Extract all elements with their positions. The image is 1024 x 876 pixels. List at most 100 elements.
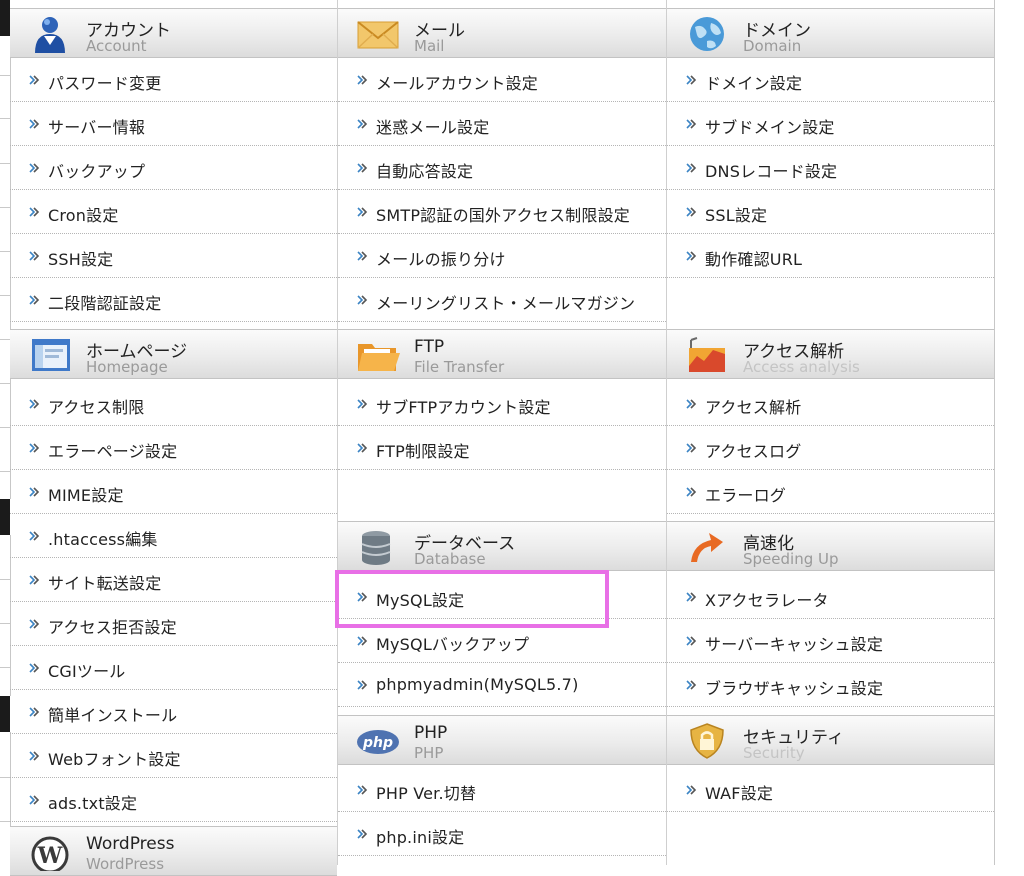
menu-item-access-restriction[interactable]: アクセス制限 xyxy=(10,382,337,426)
section-subtitle: Security xyxy=(743,744,805,762)
section-subtitle: Access analysis xyxy=(743,358,860,376)
section-header-wordpress: W WordPress WordPress xyxy=(10,826,337,876)
menu-item-mailing-list[interactable]: メーリングリスト・メールマガジン xyxy=(338,278,666,322)
arrow-icon xyxy=(28,617,42,631)
menu-item-web-font[interactable]: Webフォント設定 xyxy=(10,734,337,778)
menu-item-error-log[interactable]: エラーログ xyxy=(667,470,994,514)
arrow-icon xyxy=(28,73,42,87)
arrow-icon xyxy=(356,293,370,307)
left-edge-dark-strip xyxy=(0,696,10,732)
menu-item-waf[interactable]: WAF設定 xyxy=(667,768,994,812)
arrow-icon xyxy=(28,485,42,499)
svg-text:php: php xyxy=(362,735,393,751)
menu-item-site-redirect[interactable]: サイト転送設定 xyxy=(10,558,337,602)
section-header-access-analysis: アクセス解析 Access analysis xyxy=(667,329,994,379)
menu-item-test-url[interactable]: 動作確認URL xyxy=(667,234,994,278)
section-subtitle: PHP xyxy=(414,744,444,762)
menu-item-auto-reply[interactable]: 自動応答設定 xyxy=(338,146,666,190)
section-header-homepage: ホームページ Homepage xyxy=(10,329,337,379)
arrow-icon xyxy=(356,827,370,841)
menu-item-password-change[interactable]: パスワード変更 xyxy=(10,58,337,102)
menu-item-access-deny[interactable]: アクセス拒否設定 xyxy=(10,602,337,646)
menu-item-cgi-tool[interactable]: CGIツール xyxy=(10,646,337,690)
arrow-icon xyxy=(356,441,370,455)
menu-item-mail-account[interactable]: メールアカウント設定 xyxy=(338,58,666,102)
menu-item-backup[interactable]: バックアップ xyxy=(10,146,337,190)
menu-item-htaccess[interactable]: .htaccess編集 xyxy=(10,514,337,558)
menu-item-error-page[interactable]: エラーページ設定 xyxy=(10,426,337,470)
shield-lock-icon xyxy=(685,722,729,760)
menu-item-mysql-backup[interactable]: MySQLバックアップ xyxy=(338,619,666,663)
menu-item-php-ini[interactable]: php.ini設定 xyxy=(338,812,666,856)
arrow-icon xyxy=(356,783,370,797)
section-subtitle: Database xyxy=(414,550,486,568)
arrow-icon xyxy=(356,678,370,692)
section-title: WordPress xyxy=(86,834,175,854)
arrow-icon xyxy=(685,634,699,648)
section-subtitle: Domain xyxy=(743,37,802,55)
chart-icon xyxy=(685,336,729,374)
menu-item-server-cache[interactable]: サーバーキャッシュ設定 xyxy=(667,619,994,663)
menu-item-ssl[interactable]: SSL設定 xyxy=(667,190,994,234)
menu-item-x-accelerator[interactable]: Xアクセラレータ xyxy=(667,575,994,619)
arrow-icon xyxy=(28,249,42,263)
arrow-icon xyxy=(28,749,42,763)
menu-item-ads-txt[interactable]: ads.txt設定 xyxy=(10,778,337,822)
section-header-account: アカウント Account xyxy=(10,8,337,58)
menu-item-phpmyadmin[interactable]: phpmyadmin(MySQL5.7) xyxy=(338,663,666,707)
left-edge-dark-strip xyxy=(0,0,10,36)
section-header-php: php PHP PHP xyxy=(338,715,666,765)
section-title: PHP xyxy=(414,723,448,743)
arrow-icon xyxy=(28,661,42,675)
arrow-icon xyxy=(28,397,42,411)
arrow-icon xyxy=(356,205,370,219)
menu-item-spam[interactable]: 迷惑メール設定 xyxy=(338,102,666,146)
arrow-icon xyxy=(356,590,370,604)
arrow-icon xyxy=(685,397,699,411)
menu-item-php-version[interactable]: PHP Ver.切替 xyxy=(338,768,666,812)
php-icon: php xyxy=(356,722,400,760)
arrow-icon xyxy=(685,205,699,219)
menu-item-dns-record[interactable]: DNSレコード設定 xyxy=(667,146,994,190)
section-subtitle: File Transfer xyxy=(414,358,505,376)
menu-item-sub-ftp-account[interactable]: サブFTPアカウント設定 xyxy=(338,382,666,426)
menu-item-server-info[interactable]: サーバー情報 xyxy=(10,102,337,146)
globe-icon xyxy=(685,15,729,53)
section-subtitle: WordPress xyxy=(86,855,165,873)
menu-item-ssh[interactable]: SSH設定 xyxy=(10,234,337,278)
menu-item-two-factor[interactable]: 二段階認証設定 xyxy=(10,278,337,322)
menu-item-mysql-settings[interactable]: MySQL設定 xyxy=(338,575,666,619)
arrow-icon xyxy=(685,678,699,692)
arrow-icon xyxy=(356,73,370,87)
menu-item-easy-install[interactable]: 簡単インストール xyxy=(10,690,337,734)
menu-item-mime[interactable]: MIME設定 xyxy=(10,470,337,514)
menu-item-access-log[interactable]: アクセスログ xyxy=(667,426,994,470)
svg-text:W: W xyxy=(37,843,63,869)
arrow-icon xyxy=(685,161,699,175)
section-header-mail: メール Mail xyxy=(338,8,666,58)
arrow-icon xyxy=(28,793,42,807)
menu-item-browser-cache[interactable]: ブラウザキャッシュ設定 xyxy=(667,663,994,707)
account-icon xyxy=(28,15,72,53)
browser-window-icon xyxy=(28,336,72,374)
arrow-icon xyxy=(28,293,42,307)
menu-item-domain-settings[interactable]: ドメイン設定 xyxy=(667,58,994,102)
section-subtitle: Speeding Up xyxy=(743,550,839,568)
section-subtitle: Mail xyxy=(414,37,445,55)
section-header-ftp: FTP File Transfer xyxy=(338,329,666,379)
arrow-icon xyxy=(28,441,42,455)
menu-item-ftp-restriction[interactable]: FTP制限設定 xyxy=(338,426,666,470)
arrow-icon xyxy=(28,161,42,175)
arrow-icon xyxy=(356,397,370,411)
menu-item-access-analysis[interactable]: アクセス解析 xyxy=(667,382,994,426)
menu-item-smtp-restriction[interactable]: SMTP認証の国外アクセス制限設定 xyxy=(338,190,666,234)
menu-item-mail-filter[interactable]: メールの振り分け xyxy=(338,234,666,278)
menu-item-cron[interactable]: Cron設定 xyxy=(10,190,337,234)
folder-icon xyxy=(356,336,400,374)
arrow-icon xyxy=(685,73,699,87)
menu-item-subdomain[interactable]: サブドメイン設定 xyxy=(667,102,994,146)
section-title: FTP xyxy=(414,337,445,357)
arrow-icon xyxy=(685,485,699,499)
arrow-icon xyxy=(356,161,370,175)
arrow-icon xyxy=(356,249,370,263)
